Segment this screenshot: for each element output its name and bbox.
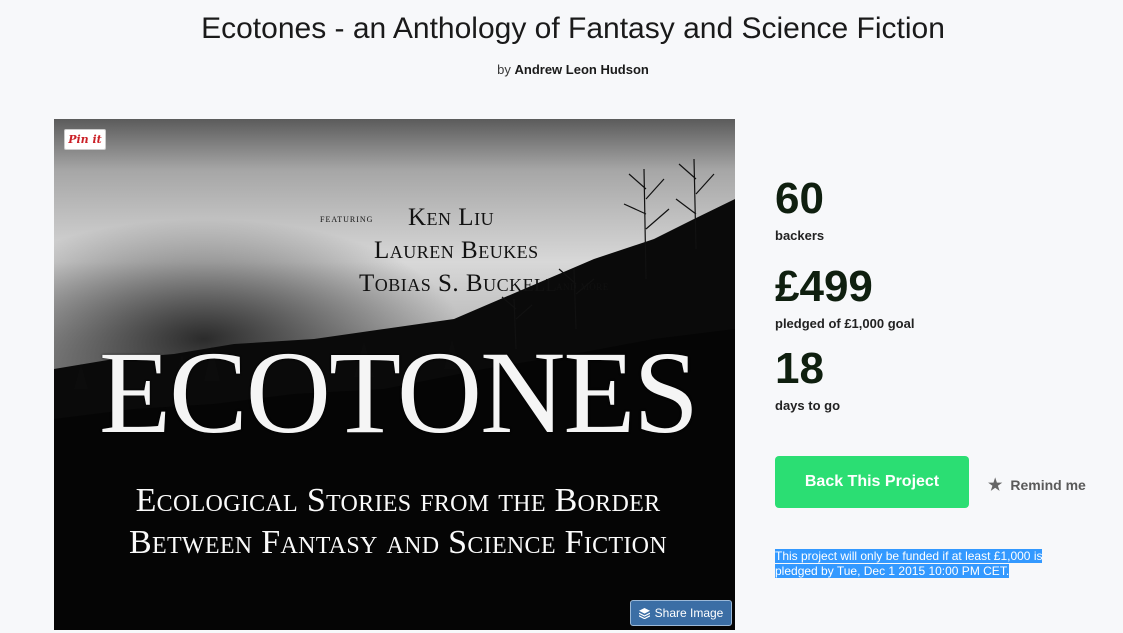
project-hero-image[interactable]: Pin it featuring Ken Liu Lauren Beukes T… [54,119,735,630]
share-image-label: Share Image [654,606,724,620]
backers-label: backers [775,228,825,243]
by-prefix: by [497,62,511,77]
pin-it-button[interactable]: Pin it [64,129,106,150]
remind-me-label: Remind me [1010,477,1086,493]
project-title: Ecotones - an Anthology of Fantasy and S… [201,12,945,45]
backers-count: 60 [775,174,824,223]
author-link[interactable]: Andrew Leon Hudson [515,62,649,77]
star-icon: ★ [988,477,1003,494]
pledged-goal-label: pledged of £1,000 goal [775,316,915,331]
back-this-project-button[interactable]: Back This Project [775,456,969,508]
book-subtitle-line-1: Ecological Stories from the Border [135,482,661,519]
pledged-amount: £499 [775,262,873,311]
featuring-label: featuring [320,211,374,225]
featured-author-3: Tobias S. Buckell [359,270,558,297]
byline: by Andrew Leon Hudson [0,62,1123,77]
funding-note-line-2: pledged by Tue, Dec 1 2015 10:00 PM CET. [775,564,1010,578]
book-title-art: ECOTONES [98,327,699,458]
share-image-button[interactable]: Share Image [630,600,732,626]
remind-me-button[interactable]: ★ Remind me [988,475,1086,495]
funding-note: This project will only be funded if at l… [775,549,1095,579]
layers-icon [638,608,650,620]
featured-author-1: Ken Liu [408,204,495,231]
and-more-label: and more [556,278,609,293]
funding-note-line-1: This project will only be funded if at l… [775,549,1043,563]
days-to-go-count: 18 [775,344,824,393]
book-subtitle-line-2: Between Fantasy and Science Fiction [129,524,667,561]
featured-author-2: Lauren Beukes [374,237,539,264]
days-to-go-label: days to go [775,398,841,413]
